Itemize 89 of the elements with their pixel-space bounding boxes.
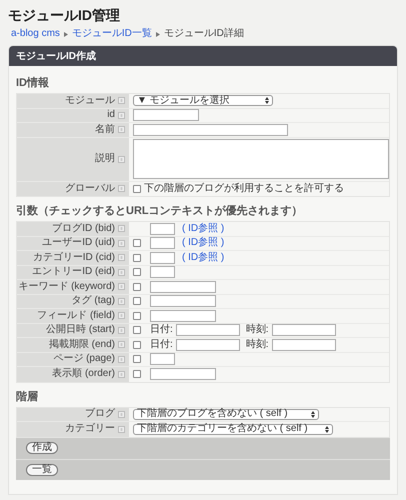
field-label: id	[107, 110, 115, 120]
checkbox-label: 下の階層のブログが利用することを許可する	[144, 184, 344, 194]
input-field[interactable]	[133, 109, 199, 122]
field-label: 公開日時 (start)	[46, 325, 115, 336]
id-reference-link[interactable]: ( ID参照 )	[182, 238, 224, 248]
field-label: エントリーID (eid)	[32, 267, 115, 278]
input-field[interactable]	[150, 353, 175, 366]
time-field[interactable]	[272, 324, 336, 336]
date-label: 日付:	[150, 340, 173, 350]
input-field[interactable]	[150, 295, 216, 308]
field-label: 表示順 (order)	[52, 369, 115, 380]
dropdown[interactable]: 下階層のブログを含めない ( self )	[133, 408, 319, 420]
date-label: 日付:	[150, 325, 173, 336]
field-label: ブログID (bid)	[52, 224, 115, 234]
input-field[interactable]	[150, 280, 216, 293]
input-field[interactable]	[150, 252, 175, 264]
checkbox[interactable]	[133, 282, 141, 291]
button[interactable]: 作成	[26, 442, 58, 454]
date-field[interactable]	[176, 324, 240, 336]
help-icon	[118, 112, 125, 119]
help-icon	[118, 254, 125, 262]
updown-icon	[311, 410, 315, 418]
input-field[interactable]	[150, 266, 175, 278]
input-field[interactable]	[150, 310, 216, 322]
help-icon	[118, 356, 125, 363]
button[interactable]: 一覧	[26, 464, 58, 476]
field-label: 説明	[95, 154, 115, 164]
help-icon	[118, 126, 125, 134]
field-label: フィールド (field)	[37, 310, 115, 321]
input-field[interactable]	[150, 368, 216, 380]
help-icon	[118, 312, 125, 320]
field-label: ブログ	[85, 409, 115, 420]
section-heading: ID情報	[16, 78, 50, 89]
help-icon	[118, 225, 125, 232]
time-field[interactable]	[272, 338, 336, 351]
id-reference-link[interactable]: ( ID参照 )	[182, 252, 224, 263]
section-heading: 引数（チェックするとURLコンテキストが優先されます）	[16, 206, 304, 217]
dropdown[interactable]: ▼ モジュールを選択	[133, 95, 273, 106]
breadcrumb-link[interactable]: a-blog cms	[11, 29, 60, 39]
checkbox[interactable]	[133, 370, 141, 378]
field-label: カテゴリー	[65, 424, 115, 434]
help-icon	[118, 370, 125, 378]
help-icon	[118, 326, 125, 334]
checkbox[interactable]	[133, 239, 141, 248]
time-label: 時刻:	[246, 325, 269, 336]
breadcrumb-current: モジュールID詳細	[164, 29, 244, 39]
field-label: ユーザーID (uid)	[42, 238, 115, 248]
input-field[interactable]	[150, 222, 175, 235]
checkbox[interactable]	[133, 184, 141, 193]
updown-icon	[265, 97, 269, 104]
breadcrumb-link[interactable]: モジュールID一覧	[72, 29, 152, 39]
panel-title: モジュールID作成	[16, 50, 96, 64]
field-label: 名前	[95, 124, 115, 135]
input-field[interactable]	[133, 124, 288, 136]
page-title: モジュールID管理	[8, 6, 121, 24]
date-field[interactable]	[176, 338, 240, 351]
checkbox[interactable]	[133, 326, 141, 334]
help-icon	[118, 97, 125, 104]
help-icon	[118, 240, 125, 247]
separator-icon	[64, 32, 68, 36]
field-label: グローバル	[65, 184, 115, 194]
help-icon	[118, 283, 125, 290]
checkbox[interactable]	[133, 268, 141, 276]
help-icon	[118, 426, 125, 433]
field-label: 掲載期限 (end)	[48, 340, 115, 350]
checkbox[interactable]	[133, 340, 141, 349]
field-label: キーワード (keyword)	[18, 282, 115, 292]
input-field[interactable]	[150, 237, 175, 250]
checkbox[interactable]	[133, 312, 141, 320]
field-label: モジュール	[65, 96, 115, 106]
help-icon	[118, 341, 125, 348]
dropdown[interactable]: 下階層のカテゴリーを含めない ( self )	[133, 424, 333, 435]
id-reference-link[interactable]: ( ID参照 )	[182, 224, 224, 234]
section-heading: 階層	[16, 392, 39, 402]
field-label: タグ (tag)	[72, 296, 115, 306]
help-icon	[118, 156, 125, 162]
help-icon	[118, 268, 125, 276]
checkbox[interactable]	[133, 254, 141, 262]
checkbox[interactable]	[133, 355, 141, 364]
checkbox[interactable]	[133, 297, 141, 306]
separator-icon	[156, 32, 160, 36]
text-area[interactable]	[133, 139, 389, 179]
help-icon	[118, 410, 125, 418]
help-icon	[118, 185, 125, 192]
time-label: 時刻:	[246, 340, 269, 350]
field-label: カテゴリーID (cid)	[32, 252, 115, 263]
updown-icon	[325, 426, 329, 433]
help-icon	[118, 298, 125, 305]
field-label: ページ (page)	[53, 354, 115, 364]
